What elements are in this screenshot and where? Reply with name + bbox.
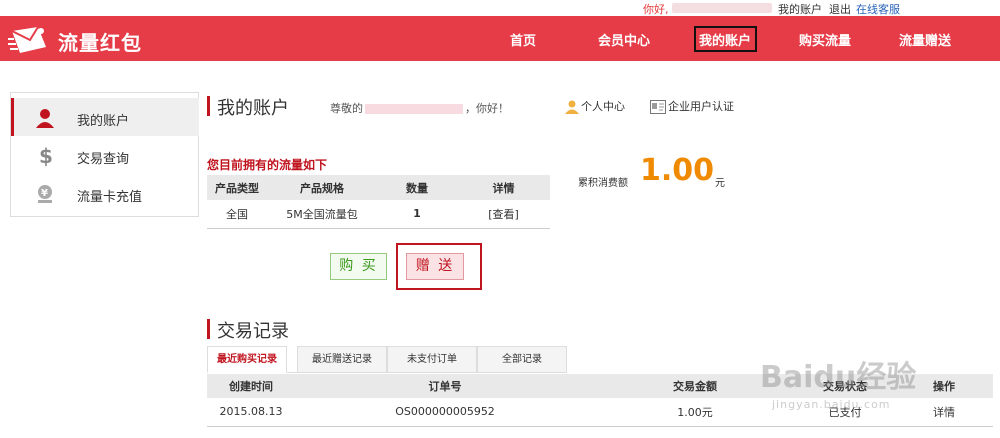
product-spec-cell: 5M全国流量包 xyxy=(267,200,377,229)
tab-unpaid-orders[interactable]: 未支付订单 xyxy=(387,346,477,373)
created-time-cell: 2015.08.13 xyxy=(207,398,295,427)
online-service-link[interactable]: 在线客服 xyxy=(856,1,900,17)
quantity-cell: 1 xyxy=(377,200,457,229)
table-row: 全国 5M全国流量包 1 [查看] xyxy=(207,200,550,229)
records-title: 交易记录 xyxy=(217,321,289,342)
nav-buy-traffic[interactable]: 购买流量 xyxy=(799,30,851,49)
personal-center-link[interactable]: 个人中心 xyxy=(565,98,625,114)
main-header: 流量红包 首页 会员中心 我的账户 购买流量 流量赠送 xyxy=(0,16,1000,61)
personal-center-label: 个人中心 xyxy=(581,100,625,113)
site-logo[interactable]: 流量红包 xyxy=(8,22,158,56)
logo-text: 流量红包 xyxy=(58,31,142,55)
column-header: 订单号 xyxy=(295,374,595,398)
greeting-text: 你好, xyxy=(643,3,669,16)
top-utility-bar: 你好, 我的账户 退出 在线客服 xyxy=(0,0,1000,16)
gift-button[interactable]: 赠 送 xyxy=(406,253,464,280)
sidebar: 我的账户 $ 交易查询 ¥ 流量卡充值 xyxy=(10,92,199,217)
column-header: 创建时间 xyxy=(207,374,295,398)
logout-link[interactable]: 退出 xyxy=(829,1,851,17)
traffic-heading: 您目前拥有的流量如下 xyxy=(207,158,328,172)
dollar-icon: $ xyxy=(39,146,53,166)
buy-button[interactable]: 购 买 xyxy=(330,253,387,280)
person-icon xyxy=(565,100,579,114)
watermark-text: Baidu经验 xyxy=(760,360,917,395)
view-detail-link[interactable]: [查看] xyxy=(457,200,550,229)
sidebar-item-label: 我的账户 xyxy=(77,114,130,129)
table-header-row: 产品类型 产品规格 数量 详情 xyxy=(207,175,550,200)
cumulative-spending-label: 累积消费额 xyxy=(578,178,628,189)
redacted-name xyxy=(365,104,463,114)
section-marker xyxy=(207,319,210,339)
records-tabs: 最近购买记录 最近赠送记录 未支付订单 全部记录 xyxy=(207,346,567,373)
product-type-cell: 全国 xyxy=(207,200,267,229)
section-marker xyxy=(207,96,210,116)
traffic-table: 产品类型 产品规格 数量 详情 全国 5M全国流量包 1 [查看] xyxy=(207,175,550,229)
sidebar-item-label: 流量卡充值 xyxy=(77,190,143,205)
tab-recent-gifts[interactable]: 最近赠送记录 xyxy=(297,346,387,373)
watermark-url: jingyan.baidu.com xyxy=(772,398,891,411)
sidebar-item-card-recharge[interactable]: ¥ 流量卡充值 xyxy=(11,174,199,212)
user-icon xyxy=(36,109,54,128)
watermark: Baidu经验 jingyan.baidu.com xyxy=(760,348,990,428)
svg-text:$: $ xyxy=(39,146,53,166)
enterprise-auth-link[interactable]: 企业用户认证 xyxy=(650,98,734,114)
cumulative-spending-unit: 元 xyxy=(715,178,725,189)
greeting-suffix: ，你好！ xyxy=(465,102,509,115)
cumulative-spending-value: 1.00 xyxy=(640,153,715,188)
greeting-prefix: 尊敬的 xyxy=(330,102,363,115)
sidebar-item-my-account[interactable]: 我的账户 xyxy=(11,98,199,136)
svg-text:¥: ¥ xyxy=(41,188,48,199)
redacted-username xyxy=(672,3,772,13)
nav-home[interactable]: 首页 xyxy=(510,30,536,49)
column-header: 数量 xyxy=(377,175,457,200)
nav-traffic-gift[interactable]: 流量赠送 xyxy=(899,30,951,49)
nav-my-account[interactable]: 我的账户 xyxy=(699,30,751,49)
sidebar-item-transactions[interactable]: $ 交易查询 xyxy=(11,136,199,174)
column-header: 详情 xyxy=(457,175,550,200)
tab-recent-purchases[interactable]: 最近购买记录 xyxy=(207,346,287,373)
column-header: 产品类型 xyxy=(207,175,267,200)
yen-card-icon: ¥ xyxy=(38,185,52,203)
tab-all-records[interactable]: 全部记录 xyxy=(477,346,567,373)
welcome-message: 尊敬的 ，你好！ xyxy=(330,100,509,116)
id-card-icon xyxy=(650,100,666,114)
nav-member-center[interactable]: 会员中心 xyxy=(598,30,650,49)
red-envelope-logo-icon xyxy=(8,26,46,53)
order-number-cell: OS000000005952 xyxy=(295,398,595,427)
enterprise-auth-label: 企业用户认证 xyxy=(668,100,734,113)
my-account-link[interactable]: 我的账户 xyxy=(778,1,822,17)
sidebar-item-label: 交易查询 xyxy=(77,152,130,167)
column-header: 产品规格 xyxy=(267,175,377,200)
page-title: 我的账户 xyxy=(217,98,289,119)
